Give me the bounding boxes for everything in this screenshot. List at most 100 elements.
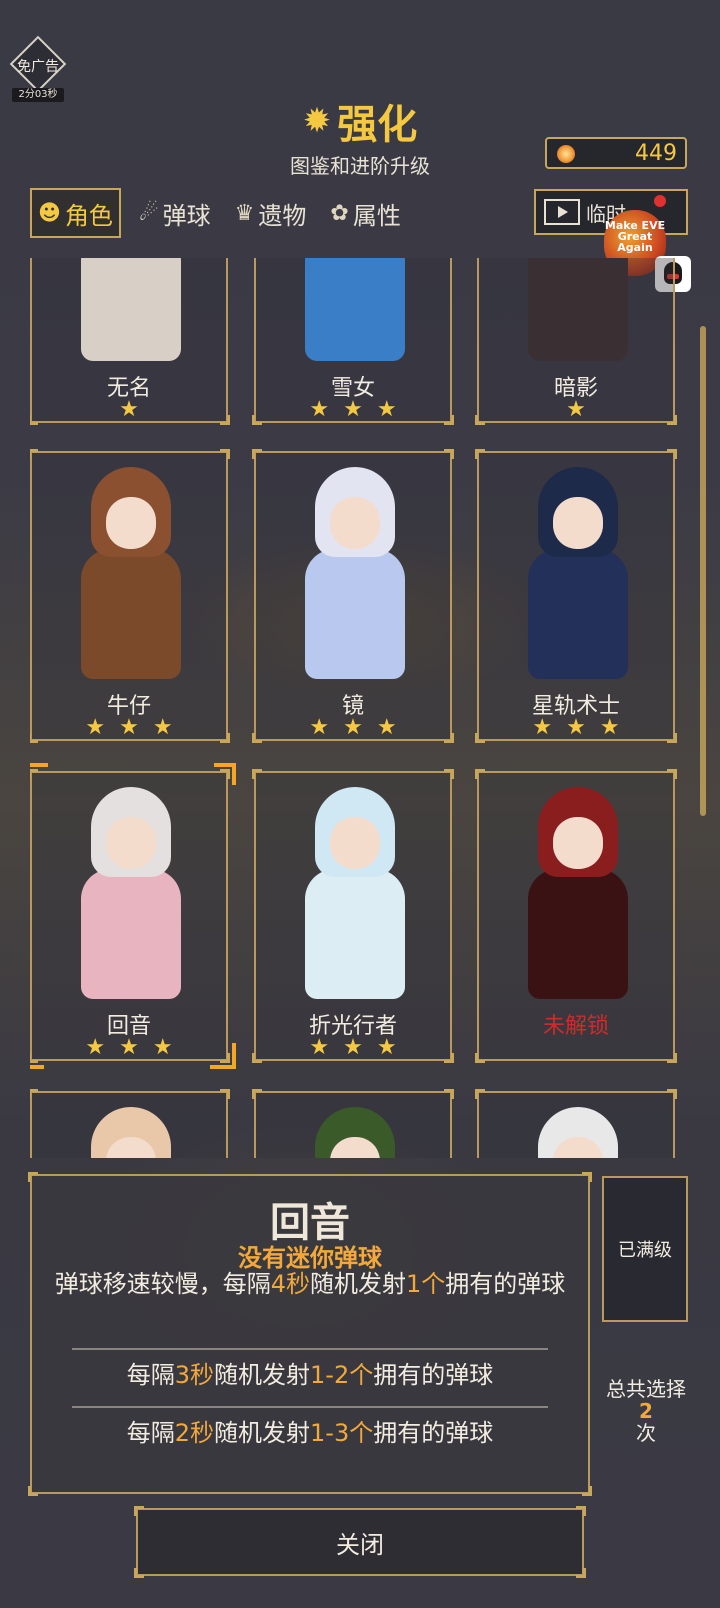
character-card[interactable]: 无名 ★ bbox=[30, 258, 230, 425]
frame-corner bbox=[220, 449, 230, 459]
detail-description: 弹球移速较慢，每隔4秒随机发射1个拥有的弹球 bbox=[54, 1270, 566, 1298]
character-card[interactable]: 回音 ★★★ bbox=[30, 763, 236, 1069]
character-card[interactable]: 牛仔 ★★★ bbox=[30, 449, 230, 743]
tab-label: 属性 bbox=[352, 201, 401, 230]
tab-label: 角色 bbox=[64, 201, 113, 230]
character-portrait bbox=[56, 467, 206, 685]
frame-corner bbox=[667, 1089, 677, 1099]
frame-corner bbox=[134, 1568, 144, 1578]
relic-icon: ♛ bbox=[234, 200, 255, 226]
currency-display: 449 bbox=[545, 137, 687, 169]
tab-label: 遗物 bbox=[258, 201, 307, 230]
frame-corner bbox=[667, 769, 677, 779]
ball-icon: ☄ bbox=[138, 200, 159, 226]
character-detail-panel: 回音 没有迷你弹球 弹球移速较慢，每隔4秒随机发射1个拥有的弹球 每隔3秒随机发… bbox=[28, 1172, 592, 1496]
star-rating: ★★★ bbox=[309, 1035, 411, 1060]
frame-corner bbox=[30, 1089, 38, 1099]
frame-corner bbox=[475, 1089, 485, 1099]
portrait-robe bbox=[81, 549, 181, 679]
portrait-robe bbox=[305, 549, 405, 679]
character-portrait bbox=[56, 258, 206, 367]
frame-corner bbox=[582, 1486, 592, 1496]
star-rating: ★★★ bbox=[85, 715, 187, 740]
page-title: 强化 bbox=[337, 102, 418, 148]
portrait-robe bbox=[305, 869, 405, 999]
currency-value: 449 bbox=[635, 141, 677, 166]
portrait-face bbox=[553, 817, 603, 869]
attribute-icon: ✿ bbox=[330, 200, 349, 226]
tab-ball[interactable]: ☄ 弹球 bbox=[133, 188, 217, 238]
frame-corner bbox=[475, 449, 485, 459]
notification-dot bbox=[654, 195, 666, 207]
tab-label: 弹球 bbox=[162, 201, 211, 230]
portrait-robe bbox=[81, 869, 181, 999]
portrait-robe bbox=[528, 869, 628, 999]
portrait-face bbox=[330, 817, 380, 869]
promo-text: Make EVE Great Again bbox=[604, 219, 666, 254]
total-label: 总共选择 bbox=[606, 1377, 686, 1401]
frame-corner bbox=[576, 1568, 586, 1578]
character-portrait bbox=[56, 787, 206, 1005]
portrait-robe bbox=[305, 258, 405, 361]
total-count: 2 bbox=[639, 1399, 653, 1423]
portrait-robe bbox=[528, 258, 628, 361]
character-card[interactable] bbox=[475, 1089, 677, 1158]
character-card[interactable]: 镜 ★★★ bbox=[252, 449, 454, 743]
character-card[interactable] bbox=[30, 1089, 230, 1158]
selection-bracket bbox=[214, 763, 236, 785]
star-rating: ★★★ bbox=[532, 715, 634, 740]
scrollbar[interactable] bbox=[700, 326, 706, 816]
burst-icon: ✹ bbox=[302, 101, 332, 141]
character-portrait bbox=[280, 1107, 430, 1158]
video-icon bbox=[544, 199, 580, 225]
portrait-face bbox=[106, 817, 156, 869]
portrait-face bbox=[106, 497, 156, 549]
character-portrait bbox=[280, 787, 430, 1005]
tab-attribute[interactable]: ✿ 属性 bbox=[324, 188, 406, 238]
total-unit: 次 bbox=[636, 1421, 656, 1445]
frame-corner bbox=[667, 1053, 677, 1063]
frame-corner bbox=[252, 449, 262, 459]
character-icon: ☻ bbox=[38, 200, 61, 226]
total-selected: 总共选择 2 次 bbox=[598, 1378, 694, 1444]
frame-corner bbox=[582, 1172, 592, 1182]
frame-corner bbox=[30, 449, 38, 459]
character-portrait bbox=[280, 467, 430, 685]
character-name: 未解锁 bbox=[542, 1014, 609, 1039]
character-portrait bbox=[503, 1107, 653, 1158]
character-portrait bbox=[56, 1107, 206, 1158]
frame-corner bbox=[134, 1506, 144, 1516]
portrait-face bbox=[553, 497, 603, 549]
frame-corner bbox=[220, 1089, 230, 1099]
frame-corner bbox=[576, 1506, 586, 1516]
upgrade-level-2: 每隔2秒随机发射1-3个拥有的弹球 bbox=[72, 1406, 548, 1456]
character-card[interactable]: 未解锁 bbox=[475, 769, 677, 1063]
character-card[interactable]: 星轨术士 ★★★ bbox=[475, 449, 677, 743]
frame-corner bbox=[475, 769, 485, 779]
star-rating: ★★★ bbox=[309, 397, 411, 422]
frame-corner bbox=[30, 769, 38, 779]
tab-character[interactable]: ☻ 角色 bbox=[30, 188, 121, 238]
star-rating: ★ bbox=[119, 397, 153, 422]
energy-orb-icon bbox=[557, 145, 575, 163]
character-portrait bbox=[503, 787, 653, 1005]
portrait-robe bbox=[528, 549, 628, 679]
character-card[interactable] bbox=[252, 1089, 454, 1158]
character-portrait bbox=[503, 258, 653, 367]
max-level-button[interactable]: 已满级 bbox=[602, 1176, 688, 1322]
portrait-face bbox=[330, 497, 380, 549]
character-card[interactable]: 暗影 ★ bbox=[475, 258, 677, 425]
star-rating: ★ bbox=[566, 397, 600, 422]
character-card[interactable]: 折光行者 ★★★ bbox=[252, 769, 454, 1063]
character-portrait bbox=[503, 467, 653, 685]
category-tabs: ☻ 角色 ☄ 弹球 ♛ 遗物 ✿ 属性 bbox=[30, 188, 460, 238]
tab-relic[interactable]: ♛ 遗物 bbox=[229, 188, 313, 238]
character-portrait bbox=[280, 258, 430, 367]
close-button[interactable]: 关闭 bbox=[134, 1506, 586, 1578]
frame-corner bbox=[444, 769, 454, 779]
ad-free-label: 免广告 bbox=[17, 59, 59, 75]
character-card[interactable]: 雪女 ★★★ bbox=[252, 258, 454, 425]
portrait-robe bbox=[81, 258, 181, 361]
close-label: 关闭 bbox=[336, 1530, 384, 1559]
frame-corner bbox=[444, 1089, 454, 1099]
